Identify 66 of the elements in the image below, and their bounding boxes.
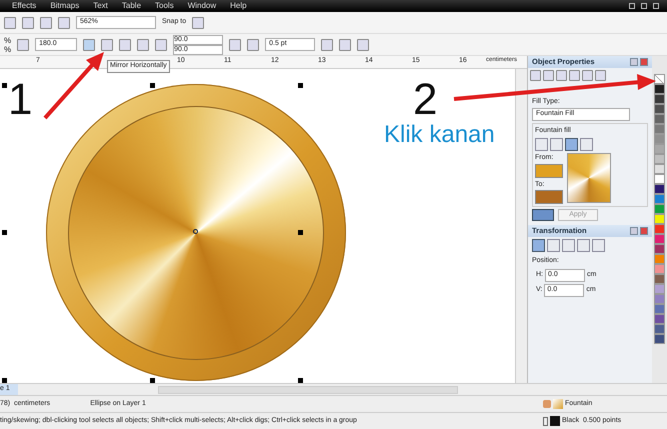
fill-preview bbox=[567, 153, 611, 203]
color-swatch[interactable] bbox=[654, 84, 665, 94]
color-swatch[interactable] bbox=[654, 254, 665, 264]
color-swatch[interactable] bbox=[654, 144, 665, 154]
selection-handle[interactable] bbox=[298, 378, 303, 383]
color-swatch[interactable] bbox=[654, 154, 665, 164]
color-swatch[interactable] bbox=[654, 194, 665, 204]
menu-item[interactable]: Bitmaps bbox=[50, 0, 80, 12]
color-swatch[interactable] bbox=[654, 124, 665, 134]
color-swatch[interactable] bbox=[654, 294, 665, 304]
selection-handle[interactable] bbox=[150, 378, 155, 383]
horizontal-scrollbar[interactable] bbox=[158, 386, 458, 394]
color-swatch[interactable] bbox=[654, 314, 665, 324]
color-swatch[interactable] bbox=[654, 134, 665, 144]
color-picker[interactable] bbox=[535, 190, 563, 204]
selection-handle[interactable] bbox=[2, 378, 7, 383]
color-swatch[interactable] bbox=[654, 104, 665, 114]
transform-tool-button[interactable] bbox=[547, 239, 560, 252]
transform-tool-button[interactable] bbox=[562, 239, 575, 252]
transform-tool-button[interactable] bbox=[532, 239, 545, 252]
selection-handle[interactable] bbox=[150, 83, 155, 88]
color-swatch[interactable] bbox=[654, 264, 665, 274]
menu-item[interactable]: Tools bbox=[155, 0, 174, 12]
color-swatch[interactable] bbox=[654, 94, 665, 104]
color-swatch[interactable] bbox=[654, 224, 665, 234]
fill-swatch bbox=[553, 399, 563, 409]
color-swatch[interactable] bbox=[654, 214, 665, 224]
color-swatch[interactable] bbox=[654, 284, 665, 294]
lock-button[interactable] bbox=[532, 209, 554, 221]
menu-item[interactable]: Table bbox=[122, 0, 142, 12]
fountain-type-button[interactable] bbox=[565, 138, 578, 151]
color-swatch[interactable] bbox=[654, 304, 665, 314]
annotation-caption: Klik kanan bbox=[384, 123, 495, 147]
color-swatch[interactable] bbox=[654, 174, 665, 184]
percent-label: % bbox=[4, 44, 12, 54]
step-number: 1 bbox=[8, 78, 32, 122]
menu-item[interactable]: Help bbox=[230, 0, 247, 12]
step-number: 2 bbox=[413, 78, 438, 122]
outline-swatch bbox=[550, 416, 560, 426]
color-swatch[interactable] bbox=[654, 244, 665, 254]
color-swatch[interactable] bbox=[654, 204, 665, 214]
percent-label: % bbox=[4, 36, 12, 44]
transform-tool-button[interactable] bbox=[577, 239, 590, 252]
selection-handle[interactable] bbox=[2, 230, 7, 235]
color-swatch[interactable] bbox=[654, 114, 665, 124]
color-swatch[interactable] bbox=[654, 184, 665, 194]
menu-item[interactable]: Text bbox=[93, 0, 108, 12]
color-swatch[interactable] bbox=[654, 324, 665, 334]
color-swatch[interactable] bbox=[654, 334, 665, 344]
selection-handle[interactable] bbox=[298, 83, 303, 88]
color-swatch[interactable] bbox=[654, 274, 665, 284]
color-picker[interactable] bbox=[535, 164, 563, 178]
transform-tool-button[interactable] bbox=[592, 239, 605, 252]
color-swatch[interactable] bbox=[654, 234, 665, 244]
center-marker-icon bbox=[193, 229, 198, 234]
vertical-scrollbar[interactable] bbox=[515, 69, 527, 383]
no-color-swatch[interactable] bbox=[654, 74, 665, 84]
color-swatch[interactable] bbox=[654, 164, 665, 174]
menu-item[interactable]: Window bbox=[188, 0, 216, 12]
selection-handle[interactable] bbox=[298, 230, 303, 235]
fountain-type-button[interactable] bbox=[550, 138, 563, 151]
selection-handle[interactable] bbox=[2, 83, 7, 88]
menu-item[interactable]: Effects bbox=[12, 0, 36, 12]
pointer-arrow bbox=[44, 52, 104, 120]
fountain-type-button[interactable] bbox=[535, 138, 548, 151]
fountain-type-button[interactable] bbox=[580, 138, 593, 151]
